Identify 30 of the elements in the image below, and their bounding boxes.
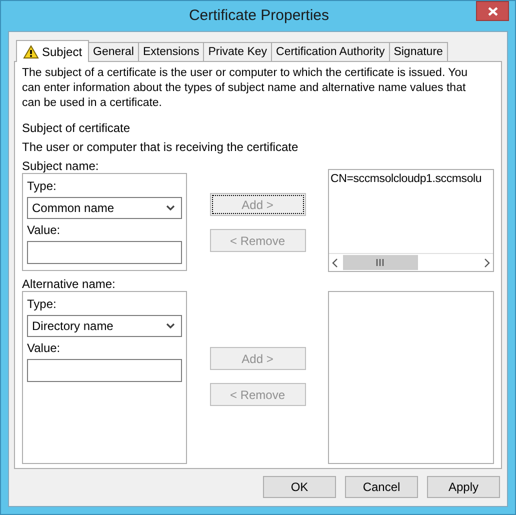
chevron-down-icon: [166, 323, 175, 329]
name-list[interactable]: [328, 291, 494, 464]
scroll-thumb[interactable]: [342, 255, 418, 270]
section-subtitle: The user or computer that is receiving the certificate: [22, 140, 300, 154]
dialog-button[interactable]: Apply: [427, 476, 500, 498]
description-text: The subject of a certificate is the user or computer to which the certificate is issued. You can enter information about the types of subject name and alternative name values that can be used in a certificate.: [22, 66, 469, 111]
horizontal-scrollbar[interactable]: [328, 253, 493, 271]
tab[interactable]: Subject: [16, 40, 90, 62]
warning-icon: [23, 44, 39, 58]
chevron-down-icon: [166, 205, 175, 211]
name-list[interactable]: CN=sccmsolcloudp1.sccmsolu: [328, 169, 494, 272]
group-label: Subject name:: [22, 160, 100, 173]
value-input[interactable]: [27, 241, 182, 264]
close-icon: [488, 6, 498, 16]
type-label: Type:: [27, 179, 58, 194]
value-label: Value:: [27, 223, 62, 238]
section-title: Subject of certificate: [22, 121, 132, 135]
close-button[interactable]: [476, 1, 509, 21]
list-item[interactable]: CN=sccmsolcloudp1.sccmsolu: [330, 172, 491, 187]
type-dropdown[interactable]: Directory name: [27, 315, 182, 337]
tab[interactable]: Signature: [388, 42, 448, 61]
grip-icon: [375, 259, 386, 266]
type-dropdown[interactable]: Common name: [27, 197, 182, 219]
dialog-button[interactable]: Cancel: [345, 476, 418, 498]
value-input[interactable]: [27, 359, 182, 382]
group-label: Alternative name:: [22, 278, 116, 291]
dialog-button[interactable]: OK: [263, 476, 336, 498]
type-label: Type:: [27, 297, 58, 312]
window-title: Certificate Properties: [188, 6, 330, 26]
value-label: Value:: [27, 341, 62, 356]
